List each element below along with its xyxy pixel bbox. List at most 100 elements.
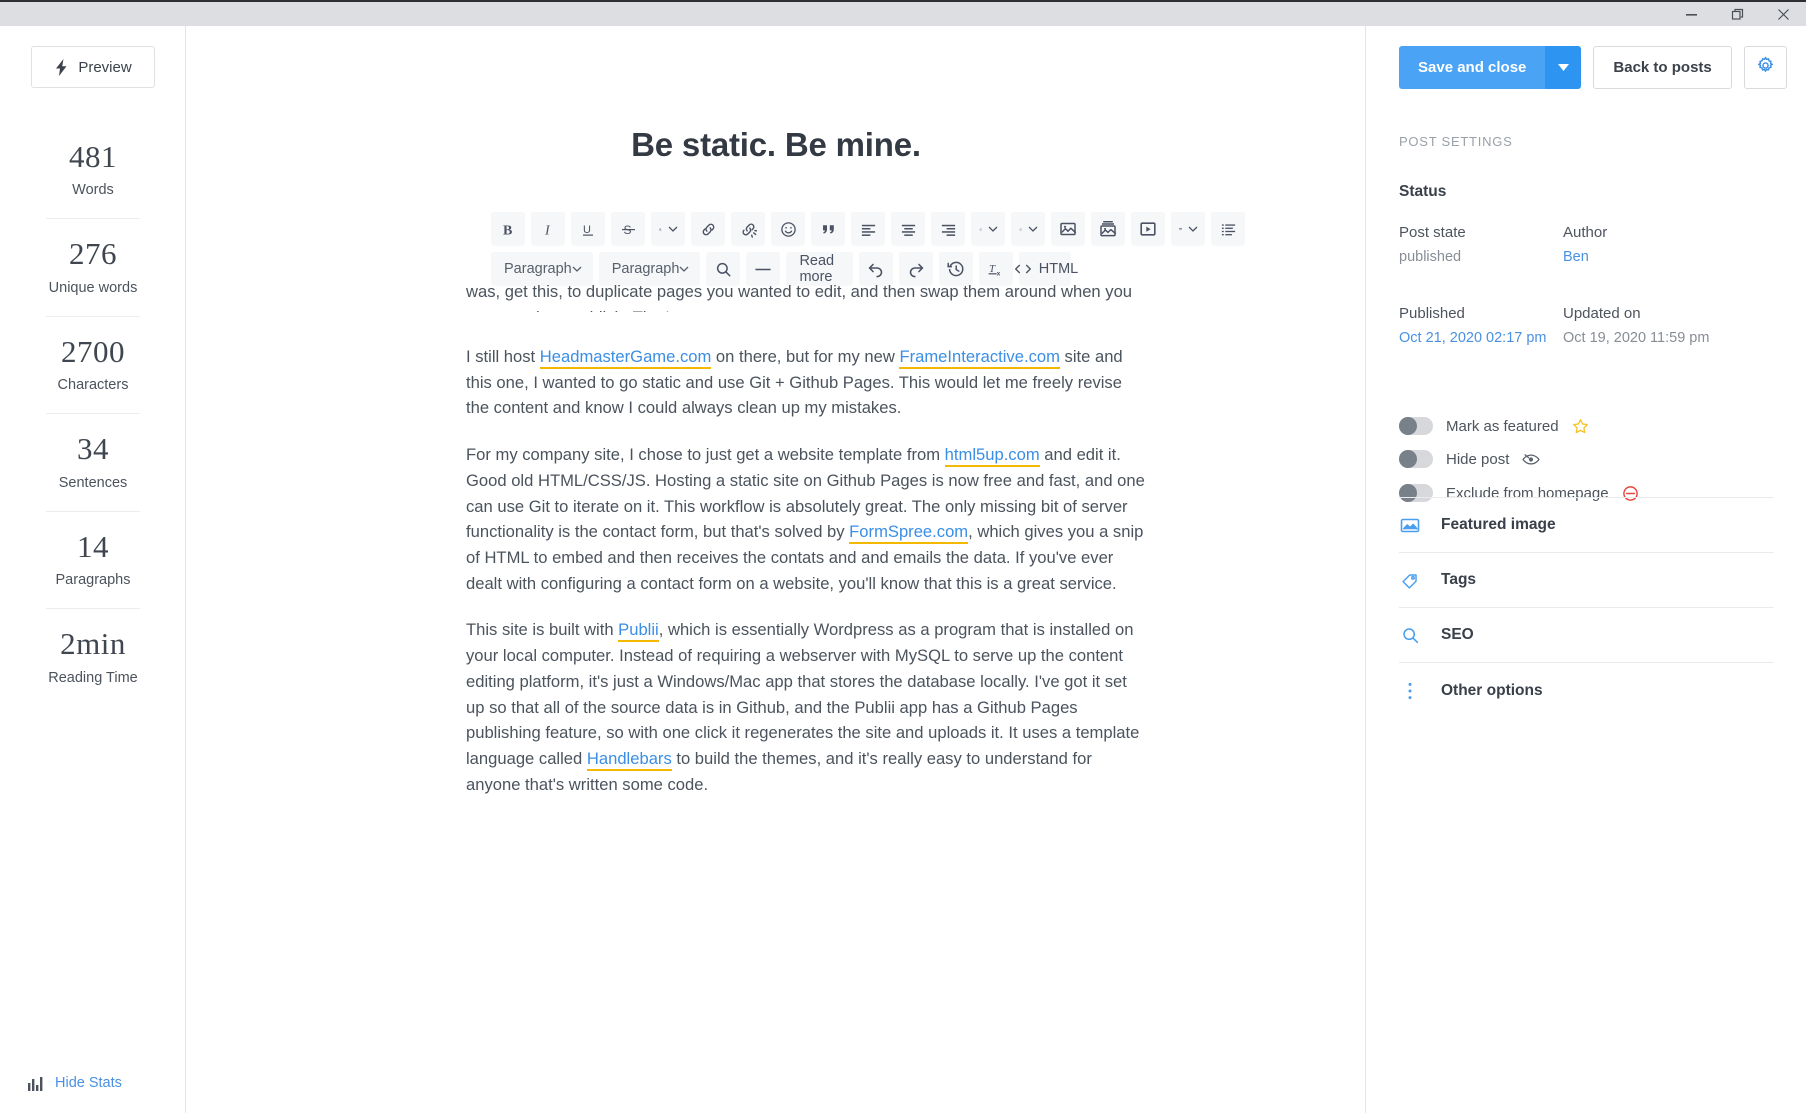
preview-button[interactable]: Preview bbox=[31, 46, 155, 88]
editor-pane: Be static. Be mine. B I U S A 1 2 3 Para… bbox=[186, 26, 1366, 1113]
paragraph: For my company site, I chose to just get… bbox=[466, 442, 1146, 596]
chevron-down-icon bbox=[668, 226, 678, 232]
updated-field: Updated on Oct 19, 2020 11:59 pm bbox=[1563, 305, 1709, 346]
author-value[interactable]: Ben bbox=[1563, 249, 1607, 265]
toggle-row-mark-as-featured: Mark as featured bbox=[1399, 417, 1589, 435]
text-run: For my company site, I chose to just get… bbox=[466, 445, 945, 465]
text-run: on there, but for my new bbox=[711, 347, 900, 366]
panel-section-tags[interactable]: Tags bbox=[1399, 553, 1774, 608]
numbered-list-button[interactable]: 1 2 3 bbox=[1011, 212, 1045, 246]
published-label: Published bbox=[1399, 305, 1465, 322]
post-state-label: Post state bbox=[1399, 224, 1466, 241]
stat-list: 481 Words 276 Unique words 2700 Characte… bbox=[0, 122, 186, 706]
minimize-window-button[interactable] bbox=[1668, 2, 1714, 26]
vertical-dots-icon bbox=[1399, 681, 1421, 701]
panel-section-other-options[interactable]: Other options bbox=[1399, 663, 1774, 718]
author-label: Author bbox=[1563, 224, 1608, 241]
link-html5up[interactable]: html5up.com bbox=[944, 445, 1040, 468]
eye-slash-icon bbox=[1522, 452, 1541, 467]
strikethrough-button[interactable]: S bbox=[611, 212, 645, 246]
link-handlebars[interactable]: Handlebars bbox=[586, 749, 672, 772]
insert-link-button[interactable] bbox=[691, 212, 725, 246]
post-body[interactable]: was, get this, to duplicate pages you wa… bbox=[466, 282, 1146, 819]
toggle-row-hide-post: Hide post bbox=[1399, 450, 1541, 468]
mark-as-featured-toggle[interactable] bbox=[1399, 417, 1433, 435]
published-value[interactable]: Oct 21, 2020 02:17 pm bbox=[1399, 330, 1547, 346]
remove-link-button[interactable] bbox=[731, 212, 765, 246]
stat-label: Unique words bbox=[48, 279, 138, 296]
stat-item: 2700 Characters bbox=[46, 315, 140, 413]
code-brackets-icon bbox=[1013, 262, 1033, 276]
featured-image-label: Featured image bbox=[1441, 516, 1556, 533]
tags-label: Tags bbox=[1441, 571, 1477, 588]
image-frame-icon bbox=[1399, 517, 1421, 534]
stat-item: 276 Unique words bbox=[46, 218, 140, 315]
post-settings-heading: POST SETTINGS bbox=[1399, 134, 1513, 149]
chevron-down-icon bbox=[679, 266, 689, 272]
blockquote-button[interactable] bbox=[811, 212, 845, 246]
panel-section-seo[interactable]: SEO bbox=[1399, 608, 1774, 663]
updated-value: Oct 19, 2020 11:59 pm bbox=[1563, 330, 1710, 346]
search-icon bbox=[715, 261, 732, 278]
restore-window-button[interactable] bbox=[1714, 2, 1760, 26]
chevron-down-icon bbox=[1028, 226, 1038, 232]
align-center-button[interactable] bbox=[891, 212, 925, 246]
link-headmastergame[interactable]: HeadmasterGame.com bbox=[539, 347, 712, 369]
bold-button[interactable]: B bbox=[491, 212, 525, 246]
align-right-button[interactable] bbox=[931, 212, 965, 246]
italic-button[interactable]: I bbox=[531, 212, 565, 246]
post-state-field: Post state published bbox=[1399, 224, 1466, 265]
stat-label: Reading Time bbox=[48, 669, 138, 686]
emoji-button[interactable] bbox=[771, 212, 805, 246]
svg-text:I: I bbox=[544, 223, 551, 238]
back-to-posts-button[interactable]: Back to posts bbox=[1593, 46, 1732, 89]
post-title[interactable]: Be static. Be mine. bbox=[186, 126, 1365, 164]
insert-video-button[interactable] bbox=[1131, 212, 1165, 246]
status-heading: Status bbox=[1399, 183, 1447, 200]
bar-chart-icon bbox=[28, 1076, 45, 1091]
stat-value: 34 bbox=[77, 431, 109, 467]
stat-item: 14 Paragraphs bbox=[46, 510, 140, 608]
stat-item: 2min Reading Time bbox=[46, 608, 140, 705]
hide-post-label: Hide post bbox=[1446, 450, 1510, 468]
link-frameinteractive[interactable]: FrameInteractive.com bbox=[899, 347, 1060, 369]
post-options-gear-button[interactable] bbox=[1743, 46, 1787, 89]
save-options-dropdown[interactable] bbox=[1545, 46, 1582, 89]
chevron-down-icon bbox=[1557, 64, 1569, 71]
link-publii[interactable]: Publii bbox=[618, 620, 659, 643]
updated-label: Updated on bbox=[1563, 305, 1641, 322]
stat-item: 34 Sentences bbox=[46, 413, 140, 510]
chevron-down-icon bbox=[572, 266, 582, 272]
panel-section-featured-image[interactable]: Featured image bbox=[1399, 498, 1774, 553]
bullet-list-button[interactable] bbox=[971, 212, 1005, 246]
toolbar-row-formatting: B I U S A 1 2 3 bbox=[491, 212, 1245, 246]
chevron-down-icon bbox=[988, 226, 998, 232]
align-left-button[interactable] bbox=[851, 212, 885, 246]
stat-value: 2700 bbox=[61, 333, 125, 369]
insert-gallery-button[interactable] bbox=[1091, 212, 1125, 246]
text-run: This site is built with bbox=[466, 620, 619, 640]
hide-post-toggle[interactable] bbox=[1399, 450, 1433, 468]
window-title-bar bbox=[0, 0, 1806, 26]
author-field: Author Ben bbox=[1563, 224, 1607, 265]
other-options-label: Other options bbox=[1441, 681, 1543, 699]
text-color-button[interactable]: A bbox=[651, 212, 685, 246]
mark-as-featured-label: Mark as featured bbox=[1446, 417, 1559, 435]
hide-stats-button[interactable]: Hide Stats bbox=[28, 1075, 122, 1091]
svg-text:U: U bbox=[583, 224, 591, 236]
insert-image-button[interactable] bbox=[1051, 212, 1085, 246]
stat-item: 481 Words bbox=[0, 122, 186, 218]
close-window-button[interactable] bbox=[1760, 2, 1806, 26]
save-and-close-label: Save and close bbox=[1399, 46, 1546, 89]
html-button-label: HTML bbox=[1038, 261, 1079, 277]
save-and-close-button[interactable]: Save and close bbox=[1399, 46, 1582, 89]
panel-action-bar: Save and close Back to posts bbox=[1399, 46, 1787, 89]
underline-button[interactable]: U bbox=[571, 212, 605, 246]
link-formspree[interactable]: FormSpree.com bbox=[849, 522, 969, 545]
stats-sidebar: Preview 481 Words 276 Unique words 2700 … bbox=[0, 26, 186, 1113]
paragraph: I still host HeadmasterGame.com on there… bbox=[466, 344, 1146, 421]
toc-button[interactable] bbox=[1211, 212, 1245, 246]
insert-table-button[interactable] bbox=[1171, 212, 1205, 246]
preview-button-label: Preview bbox=[78, 58, 132, 76]
lightning-bolt-icon bbox=[54, 58, 69, 76]
